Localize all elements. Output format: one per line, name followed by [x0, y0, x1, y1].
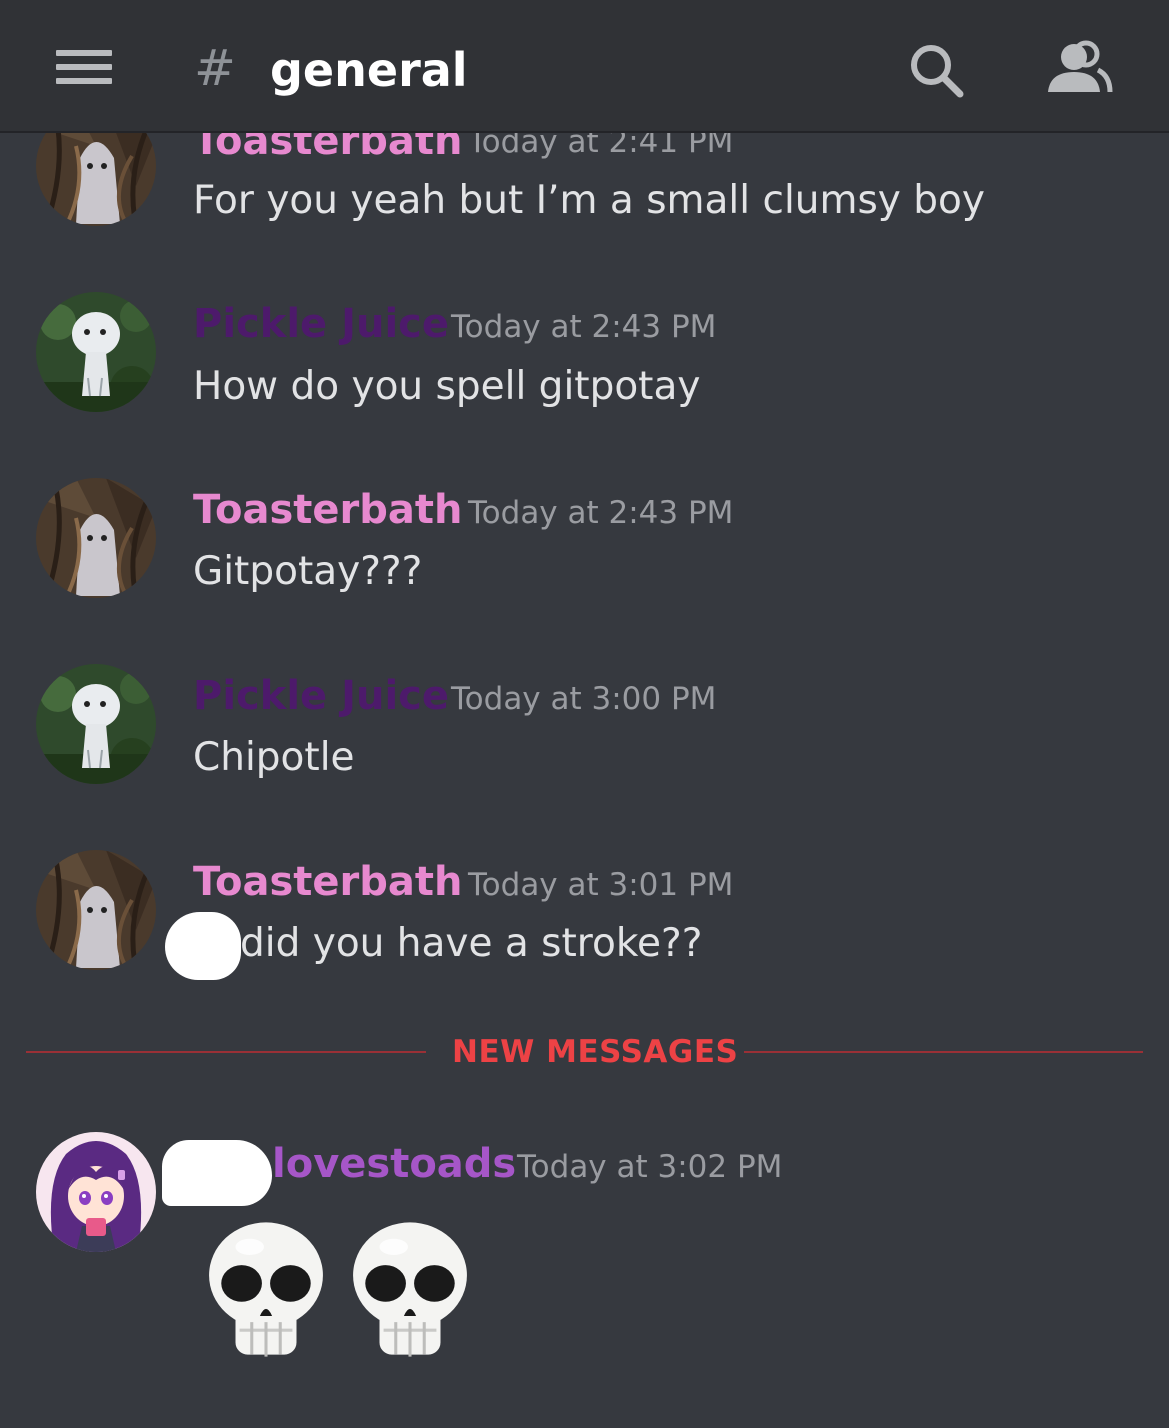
- channel-hash-icon: #: [194, 39, 236, 97]
- channel-name: general: [270, 43, 468, 97]
- message-list[interactable]: Toasterbath Today at 2:41 PM For you yea…: [0, 0, 1169, 1428]
- message-author[interactable]: Pickle Juice: [193, 672, 449, 720]
- avatar[interactable]: [36, 1132, 156, 1252]
- message-content: Gitpotay???: [193, 549, 423, 594]
- channel-header: # general: [0, 0, 1169, 133]
- message-content: did you have a stroke??: [240, 921, 703, 966]
- redaction-mark: [162, 1140, 272, 1206]
- message-author[interactable]: lovestoads: [272, 1140, 516, 1188]
- new-messages-divider-left: [26, 1051, 426, 1053]
- skull-emoji: [349, 1216, 471, 1363]
- avatar[interactable]: [36, 478, 156, 598]
- search-icon[interactable]: [906, 40, 966, 100]
- message-author[interactable]: Pickle Juice: [193, 300, 449, 348]
- avatar[interactable]: [36, 292, 156, 412]
- message-content: For you yeah but I’m a small clumsy boy: [193, 178, 985, 223]
- redaction-mark: [165, 912, 241, 980]
- hamburger-menu-icon[interactable]: [56, 48, 112, 86]
- message-author[interactable]: Toasterbath: [193, 858, 462, 906]
- message-content: How do you spell gitpotay: [193, 364, 701, 409]
- new-messages-label: NEW MESSAGES: [452, 1034, 739, 1070]
- skull-emoji: [205, 1216, 327, 1363]
- members-icon[interactable]: [1046, 40, 1114, 96]
- message-author[interactable]: Toasterbath: [193, 486, 462, 534]
- avatar[interactable]: [36, 664, 156, 784]
- message-timestamp: Today at 3:00 PM: [451, 681, 717, 717]
- message-timestamp: Today at 2:43 PM: [451, 309, 717, 345]
- new-messages-divider-right: [744, 1051, 1143, 1053]
- message-timestamp: Today at 3:02 PM: [517, 1149, 783, 1185]
- avatar[interactable]: [36, 850, 156, 970]
- message-timestamp: Today at 2:43 PM: [468, 495, 734, 531]
- message-content: Chipotle: [193, 735, 355, 780]
- message-timestamp: Today at 3:01 PM: [468, 867, 734, 903]
